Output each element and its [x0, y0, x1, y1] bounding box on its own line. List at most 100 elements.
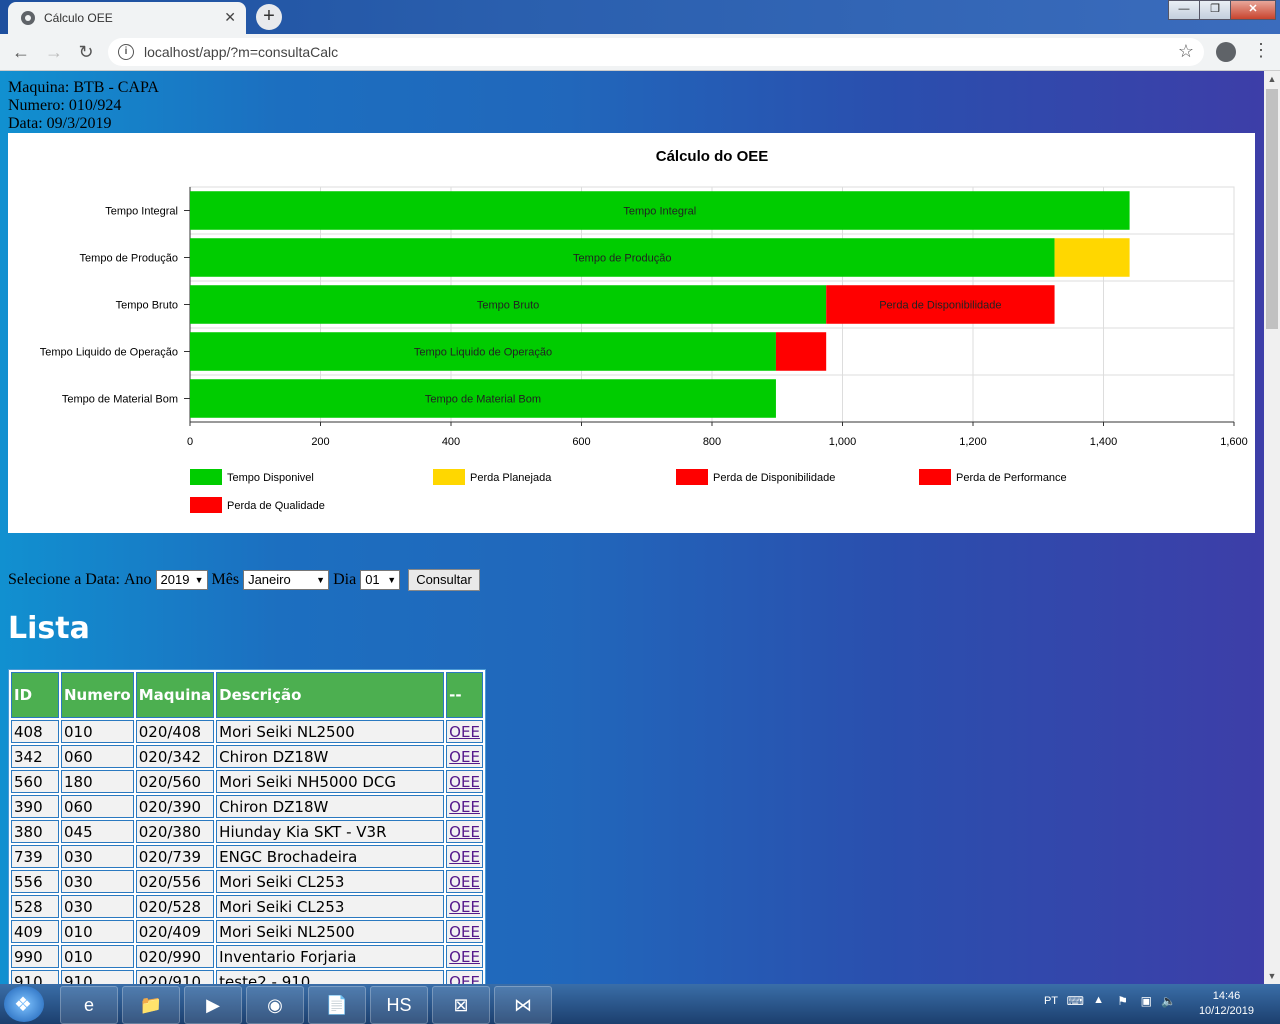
scroll-down-icon[interactable]: ▼ [1264, 968, 1280, 984]
table-row: 910 910 020/910 teste2 - 910 OEE [11, 970, 483, 984]
dia-select[interactable]: 01 ▼ [360, 570, 401, 590]
tab-close-icon[interactable]: ✕ [224, 9, 236, 26]
consultar-button[interactable]: Consultar [408, 569, 480, 591]
language-indicator[interactable]: PT [1044, 995, 1058, 1007]
date-form: Selecione a Data: Ano 2019 ▼ Mês Janeiro ▼… [8, 569, 480, 591]
scroll-up-icon[interactable]: ▲ [1264, 71, 1280, 87]
mes-select[interactable]: Janeiro ▼ [243, 570, 330, 590]
forward-button[interactable]: → [42, 40, 66, 64]
oee-link[interactable]: OEE [449, 798, 480, 816]
cell-maquina: 020/739 [135, 845, 215, 868]
start-button[interactable] [4, 986, 44, 1022]
cell-maquina: 020/408 [135, 720, 215, 743]
cell-descricao: Mori Seiki CL253 [216, 895, 445, 918]
media-player-taskbar-icon[interactable]: ▶ [184, 986, 242, 1024]
legend-label: Perda de Performance [956, 472, 1067, 484]
window-controls: — ❐ ✕ [1168, 0, 1276, 20]
cell-id: 409 [11, 920, 59, 943]
legend-label: Perda de Qualidade [227, 500, 325, 512]
page-content: Maquina: BTB - CAPA Numero: 010/924 Data… [0, 71, 1264, 984]
table-row: 528 030 020/528 Mori Seiki CL253 OEE [11, 895, 483, 918]
cell-descricao: ENGC Brochadeira [216, 845, 445, 868]
data-line: Data: 09/3/2019 [8, 115, 112, 132]
cell-maquina: 020/560 [135, 770, 215, 793]
ie-taskbar-icon[interactable]: e [60, 986, 118, 1024]
browser-menu-icon[interactable]: ⋮ [1252, 40, 1270, 61]
legend-swatch [433, 469, 465, 485]
hs-taskbar-icon[interactable]: HS [370, 986, 428, 1024]
explorer-taskbar-icon[interactable]: 📁 [122, 986, 180, 1024]
bar-label: Tempo de Produção [573, 253, 671, 265]
cell-descricao: Hiunday Kia SKT - V3R [216, 820, 445, 843]
cell-action: OEE [446, 895, 483, 918]
legend-swatch [919, 469, 951, 485]
close-window-button[interactable]: ✕ [1230, 0, 1276, 20]
minimize-button[interactable]: — [1168, 0, 1200, 20]
table-row: 990 010 020/990 Inventario Forjaria OEE [11, 945, 483, 968]
x-tick-label: 200 [311, 436, 329, 448]
cell-action: OEE [446, 820, 483, 843]
cell-action: OEE [446, 745, 483, 768]
cell-descricao: teste2 - 910 [216, 970, 445, 984]
new-tab-button[interactable]: + [256, 4, 282, 30]
cell-descricao: Mori Seiki CL253 [216, 870, 445, 893]
x-tick-label: 400 [442, 436, 460, 448]
cell-descricao: Inventario Forjaria [216, 945, 445, 968]
oee-link[interactable]: OEE [449, 723, 480, 741]
table-row: 342 060 020/342 Chiron DZ18W OEE [11, 745, 483, 768]
bookmark-star-icon[interactable]: ☆ [1178, 41, 1194, 62]
cell-maquina: 020/556 [135, 870, 215, 893]
tray-expand-icon[interactable]: ▲ [1093, 994, 1104, 1006]
x-tick-label: 1,200 [959, 436, 987, 448]
oee-link[interactable]: OEE [449, 823, 480, 841]
table-row: 560 180 020/560 Mori Seiki NH5000 DCG OEE [11, 770, 483, 793]
cell-action: OEE [446, 795, 483, 818]
oee-link[interactable]: OEE [449, 898, 480, 916]
xampp-taskbar-icon[interactable]: ⊠ [432, 986, 490, 1024]
oee-link[interactable]: OEE [449, 973, 480, 985]
dropdown-arrow-icon: ▼ [194, 575, 204, 585]
bar-segment [775, 332, 827, 371]
volume-icon[interactable]: 🔈 [1161, 994, 1176, 1008]
clock-time: 14:46 [1212, 990, 1241, 1002]
browser-tab[interactable]: Cálculo OEE ✕ [8, 2, 246, 34]
clock[interactable]: 14:46 10/12/2019 [1199, 989, 1254, 1019]
action-center-icon[interactable]: ⚑ [1117, 994, 1128, 1008]
cell-id: 528 [11, 895, 59, 918]
oee-link[interactable]: OEE [449, 923, 480, 941]
y-tick-label: Tempo Bruto [116, 300, 178, 312]
url-text[interactable]: localhost/app/?m=consultaCalc [144, 44, 338, 60]
maximize-button[interactable]: ❐ [1199, 0, 1231, 20]
cell-numero: 045 [61, 820, 134, 843]
oee-link[interactable]: OEE [449, 873, 480, 891]
cell-numero: 030 [61, 845, 134, 868]
vscode-taskbar-icon[interactable]: ⋈ [494, 986, 552, 1024]
cell-id: 739 [11, 845, 59, 868]
cell-id: 910 [11, 970, 59, 984]
oee-link[interactable]: OEE [449, 748, 480, 766]
chrome-taskbar-icon[interactable]: ◉ [246, 986, 304, 1024]
table-row: 408 010 020/408 Mori Seiki NL2500 OEE [11, 720, 483, 743]
ano-value: 2019 [160, 572, 190, 587]
bar-label: Tempo Bruto [477, 300, 539, 312]
back-button[interactable]: ← [9, 40, 33, 64]
network-icon[interactable]: ▣ [1141, 994, 1152, 1008]
reload-button[interactable]: ↻ [74, 40, 98, 64]
address-bar[interactable]: i localhost/app/?m=consultaCalc ☆ [108, 38, 1204, 66]
cell-maquina: 020/409 [135, 920, 215, 943]
y-tick-label: Tempo Integral [105, 206, 178, 218]
scrollbar-thumb[interactable] [1266, 89, 1278, 329]
oee-link[interactable]: OEE [449, 773, 480, 791]
oee-link[interactable]: OEE [449, 948, 480, 966]
account-icon[interactable] [1216, 42, 1236, 62]
notepad-taskbar-icon[interactable]: 📄 [308, 986, 366, 1024]
page-scrollbar[interactable]: ▲ ▼ [1264, 71, 1280, 984]
numero-line: Numero: 010/924 [8, 97, 122, 114]
ano-select[interactable]: 2019 ▼ [155, 570, 208, 590]
info-icon[interactable]: i [118, 44, 134, 60]
browser-titlebar: Cálculo OEE ✕ + — ❐ ✕ [0, 0, 1280, 34]
col-id: ID [11, 672, 59, 718]
keyboard-icon[interactable]: ⌨ [1067, 994, 1084, 1008]
oee-link[interactable]: OEE [449, 848, 480, 866]
cell-maquina: 020/342 [135, 745, 215, 768]
